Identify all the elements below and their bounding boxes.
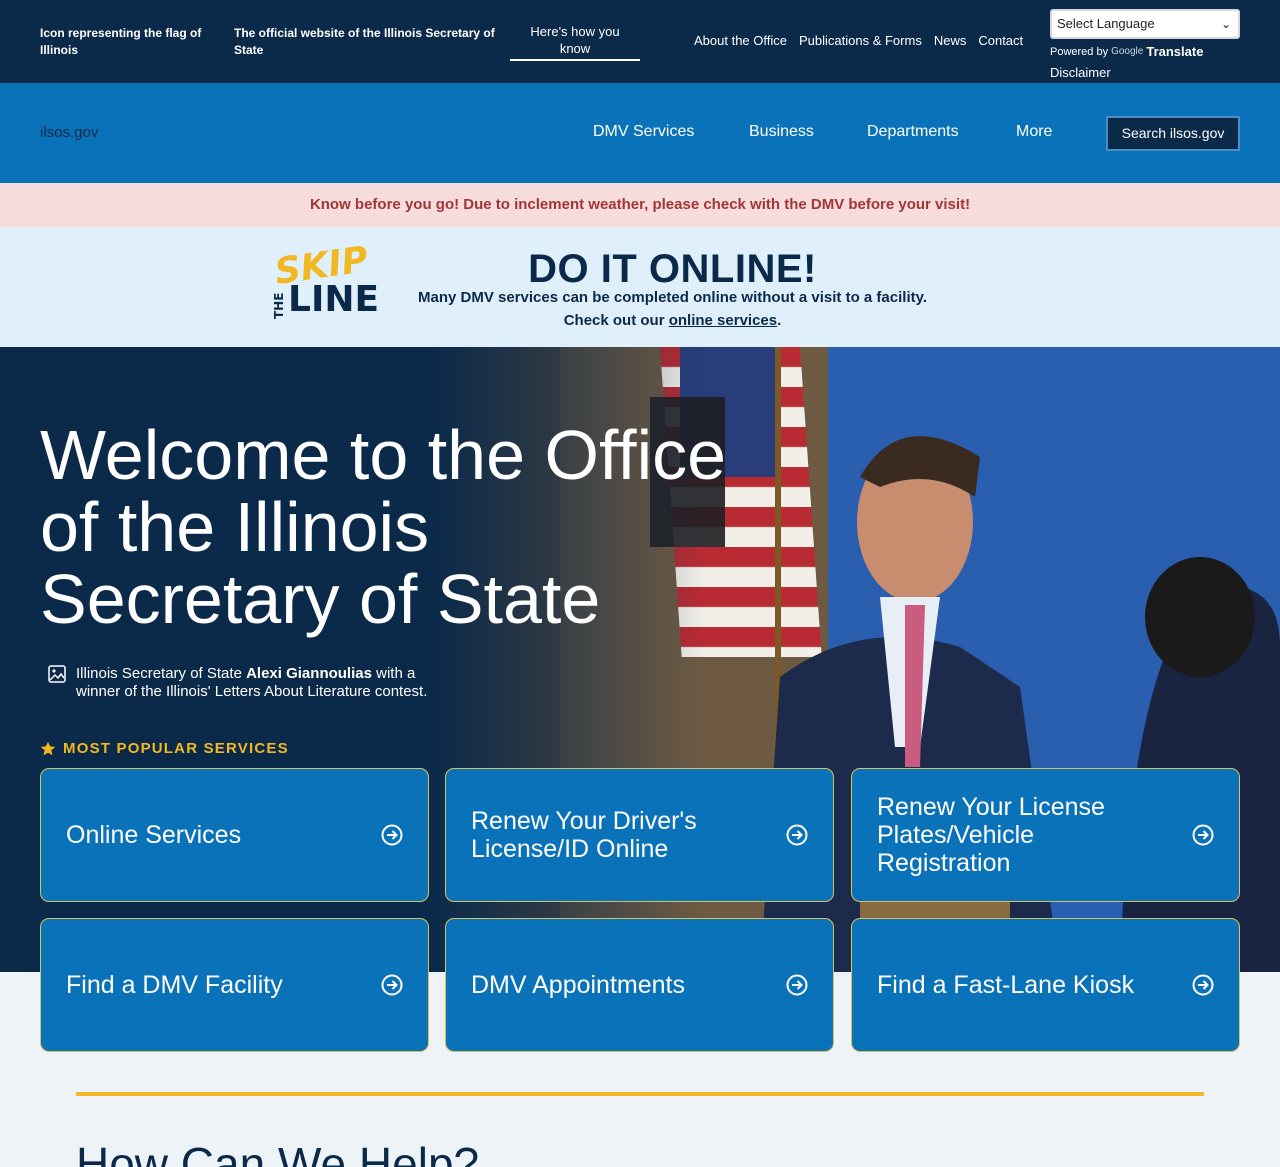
nav-item-business[interactable]: Business	[749, 123, 814, 141]
nav-item-more[interactable]: More	[1016, 123, 1052, 141]
star-icon	[40, 741, 56, 755]
utility-bar: Icon representing the flag of Illinois T…	[0, 0, 1280, 83]
arrow-circle-right-icon	[381, 974, 403, 996]
photo-caption: Illinois Secretary of State Alexi Gianno…	[48, 665, 456, 701]
service-card-online-services[interactable]: Online Services	[40, 768, 429, 902]
arrow-circle-right-icon	[1192, 824, 1214, 846]
online-services-link[interactable]: online services	[669, 312, 777, 329]
utility-link-publications[interactable]: Publications & Forms	[799, 33, 922, 48]
powered-by-label: Powered by	[1050, 45, 1109, 58]
service-card-fast-lane-kiosk[interactable]: Find a Fast-Lane Kiosk	[851, 918, 1240, 1052]
utility-links: About the Office Publications & Forms Ne…	[694, 33, 1023, 48]
service-card-dmv-appointments[interactable]: DMV Appointments	[445, 918, 834, 1052]
utility-link-contact[interactable]: Contact	[978, 33, 1023, 48]
skip-cta: Check out our online services.	[400, 312, 945, 329]
service-card-label: Renew Your License Plates/Vehicle Regist…	[877, 793, 1105, 877]
popular-services-label: MOST POPULAR SERVICES	[63, 740, 289, 757]
utility-link-about[interactable]: About the Office	[694, 33, 787, 48]
svg-text:THE: THE	[272, 293, 286, 319]
service-card-label: Find a Fast-Lane Kiosk	[877, 971, 1135, 999]
service-card-find-dmv[interactable]: Find a DMV Facility	[40, 918, 429, 1052]
service-card-label: Renew Your Driver's License/ID Online	[471, 807, 697, 863]
arrow-circle-right-icon	[786, 824, 808, 846]
hero-title: Welcome to the Office of the Illinois Se…	[40, 416, 727, 638]
language-select-value: Select Language	[1057, 16, 1155, 31]
section-divider	[76, 1092, 1204, 1096]
service-card-label: Online Services	[66, 821, 242, 849]
image-icon	[48, 665, 66, 683]
illinois-flag-label: Icon representing the flag of Illinois	[40, 26, 202, 57]
skip-cta-prefix: Check out our	[563, 312, 669, 329]
chevron-down-icon: ⌄	[1220, 17, 1231, 31]
weather-alert-banner: Know before you go! Due to inclement wea…	[0, 183, 1280, 227]
arrow-circle-right-icon	[381, 824, 403, 846]
google-translate-attribution: Powered by Google Translate	[1050, 44, 1203, 59]
service-card-renew-plates[interactable]: Renew Your License Plates/Vehicle Regist…	[851, 768, 1240, 902]
utility-link-news[interactable]: News	[934, 33, 967, 48]
main-navigation: ilsos.gov DMV Services Business Departme…	[0, 83, 1280, 183]
caption-prefix: Illinois Secretary of State	[76, 665, 247, 682]
disclaimer-link[interactable]: Disclaimer	[1050, 65, 1111, 80]
translate-link[interactable]: Translate	[1146, 44, 1203, 59]
site-logo[interactable]: ilsos.gov	[40, 124, 98, 141]
do-it-online-title: DO IT ONLINE!	[528, 247, 817, 291]
search-button[interactable]: Search ilsos.gov	[1106, 116, 1240, 151]
skip-cta-suffix: .	[777, 312, 782, 329]
service-card-renew-license[interactable]: Renew Your Driver's License/ID Online	[445, 768, 834, 902]
language-select[interactable]: Select Language ⌄	[1050, 9, 1240, 39]
arrow-circle-right-icon	[786, 974, 808, 996]
popular-services-heading: MOST POPULAR SERVICES	[40, 740, 289, 757]
how-can-we-help-heading: How Can We Help?	[76, 1138, 480, 1167]
official-website-notice: The official website of the Illinois Sec…	[234, 26, 495, 57]
service-card-label: DMV Appointments	[471, 971, 685, 999]
nav-item-dmv-services[interactable]: DMV Services	[593, 123, 694, 141]
arrow-circle-right-icon	[1192, 974, 1214, 996]
nav-item-departments[interactable]: Departments	[867, 123, 959, 141]
service-card-label: Find a DMV Facility	[66, 971, 283, 999]
skip-the-line-banner: SKIP THE LINE DO IT ONLINE! Many DMV ser…	[0, 227, 1280, 347]
google-logo: Google	[1111, 46, 1144, 57]
skip-description: Many DMV services can be completed onlin…	[417, 289, 928, 306]
caption-name: Alexi Giannoulias	[246, 665, 372, 682]
how-you-know-toggle[interactable]: Here's how you know	[510, 22, 640, 61]
